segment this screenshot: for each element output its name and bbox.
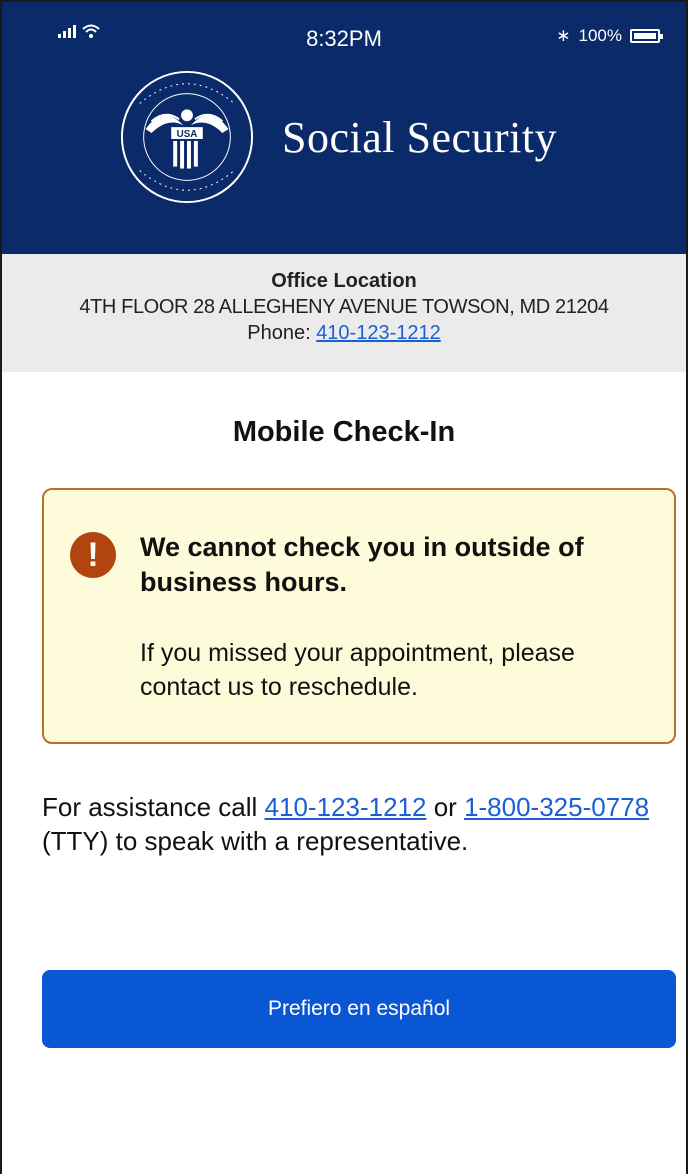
exclamation-icon: ! (70, 532, 116, 578)
battery-percent: 100% (578, 26, 622, 45)
brand: USA Social Security (118, 68, 557, 206)
alert-body: If you missed your appointment, please c… (140, 639, 575, 701)
office-phone-row: Phone: 410-123-1212 (2, 320, 686, 346)
bluetooth-icon: ∗ (556, 26, 571, 45)
svg-text:USA: USA (177, 129, 198, 140)
tty-phone-link[interactable]: 1-800-325-0778 (464, 792, 649, 822)
phone-screen: 8:32PM ∗ 100% USA Social Security Office… (0, 0, 688, 1174)
ssa-seal-logo: USA (120, 70, 254, 204)
business-hours-alert: ! We cannot check you in outside of busi… (42, 488, 676, 744)
spanish-language-button[interactable]: Prefiero en español (42, 970, 676, 1048)
assistance-text: For assistance call 410-123-1212 or 1-80… (42, 790, 656, 858)
alert-heading: We cannot check you in outside of busine… (140, 532, 584, 597)
status-bar: 8:32PM ∗ 100% (2, 2, 686, 72)
assistance-prefix: For assistance call (42, 792, 258, 822)
app-header: 8:32PM ∗ 100% USA Social Security (2, 2, 686, 254)
office-phone-link[interactable]: 410-123-1212 (316, 322, 441, 344)
assistance-or: or (433, 792, 457, 822)
office-phone-label: Phone: (247, 322, 311, 344)
page-title: Mobile Check-In (232, 416, 456, 448)
battery-icon (630, 29, 663, 43)
assistance-suffix: (TTY) to speak with a representative. (42, 826, 469, 856)
assistance-phone-link[interactable]: 410-123-1212 (265, 792, 427, 822)
office-location: Office Location 4TH FLOOR 28 ALLEGHENY A… (2, 254, 686, 372)
office-address: 4TH FLOOR 28 ALLEGHENY AVENUE TOWSON, MD… (79, 296, 609, 318)
brand-name: Social Security (282, 112, 558, 162)
office-title: Office Location (271, 270, 417, 292)
status-right: ∗ 100% (556, 26, 663, 46)
